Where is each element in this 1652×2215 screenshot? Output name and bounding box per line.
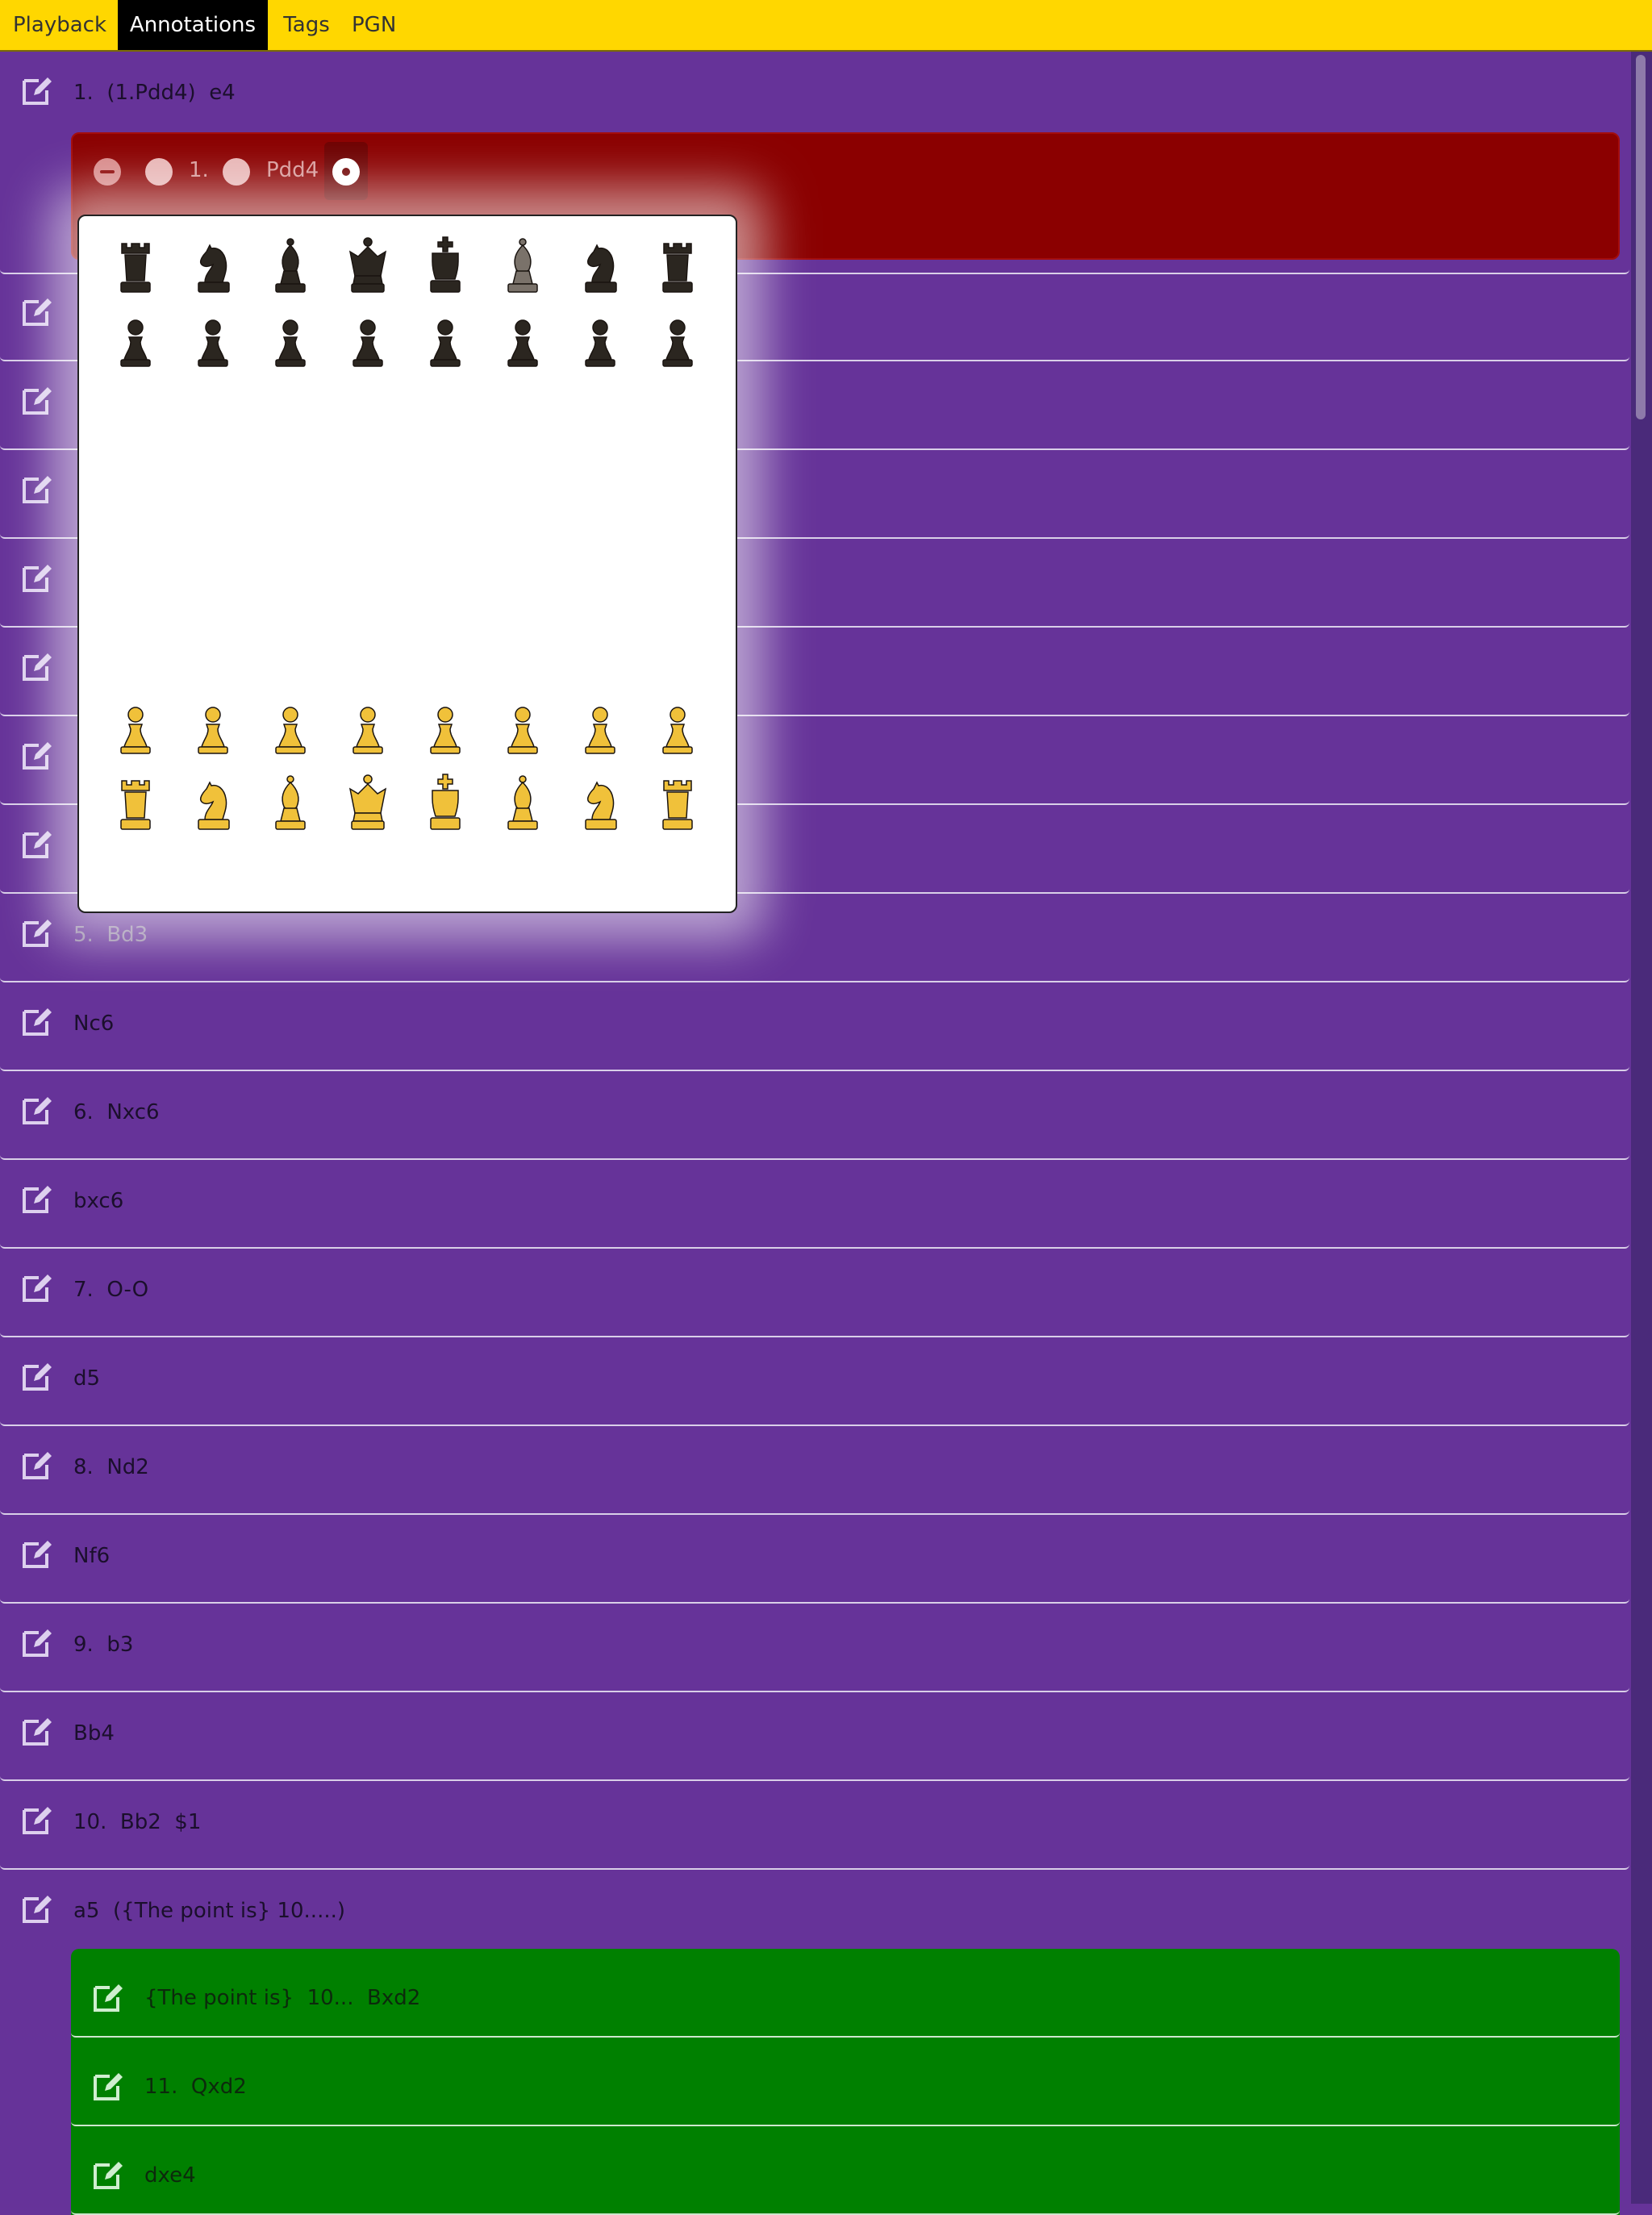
variation-panel-green: {The point is} 10... Bxd2 11. Qxd2 dxe4 [71,1949,1620,2215]
target-icon [332,158,360,186]
edit-icon[interactable] [21,1449,53,1481]
edit-icon[interactable] [21,1005,53,1037]
black-knight-icon [189,236,237,295]
variation-move-number: 1. [189,158,209,182]
black-rook-icon [653,236,702,295]
black-king-icon [421,236,469,295]
move-row: Bb4 [0,1692,1629,1781]
white-knight-icon [189,773,237,832]
black-bishop-icon [266,236,315,295]
edit-icon[interactable] [92,1981,124,2013]
edit-icon[interactable] [21,1626,53,1658]
edit-icon[interactable] [21,473,53,505]
black-pawn-icon [653,310,702,369]
move-text[interactable]: 10. Bb2 $1 [73,1810,201,1834]
white-pawn-icon [421,697,469,757]
move-row: bxc6 [0,1160,1629,1249]
white-pawn-icon [266,697,315,757]
edit-icon[interactable] [21,1804,53,1836]
variation-dot-icon[interactable] [223,158,250,186]
edit-icon[interactable] [21,561,53,594]
white-pawn-icon [576,697,624,757]
edit-icon[interactable] [21,74,53,106]
move-text[interactable]: Nc6 [73,1012,114,1036]
edit-icon[interactable] [92,2159,124,2191]
move-text[interactable]: 1. (1.Pdd4) e4 [73,81,236,105]
white-queen-icon [344,773,392,832]
move-row: Nc6 [0,982,1629,1071]
edit-icon[interactable] [21,295,53,327]
move-text[interactable]: 9. b3 [73,1633,133,1657]
white-knight-icon [576,773,624,832]
tab-playback[interactable]: Playback [0,0,118,50]
edit-icon[interactable] [21,1271,53,1304]
black-rook-icon [111,236,160,295]
move-text[interactable]: bxc6 [73,1189,123,1213]
tab-annotations[interactable]: Annotations [118,0,268,50]
move-text[interactable]: 6. Nxc6 [73,1100,160,1124]
move-row: 7. O-O [0,1249,1629,1337]
move-row: Nf6 [0,1515,1629,1604]
white-king-icon [421,773,469,832]
edit-icon[interactable] [21,1360,53,1392]
remove-variation-icon[interactable] [94,158,121,186]
edit-icon[interactable] [21,1094,53,1126]
move-text[interactable]: 5. Bd3 [73,923,148,947]
white-bishop-icon [499,773,547,832]
black-pawn-icon [111,310,160,369]
tab-tags[interactable]: Tags [268,0,345,50]
white-rook-icon [111,773,160,832]
black-knight-icon [576,236,624,295]
move-row: 8. Nd2 [0,1426,1629,1515]
board-preview-popup [77,215,737,913]
move-text[interactable]: Bb4 [73,1721,115,1746]
edit-icon[interactable] [21,739,53,771]
white-pawn-icon [111,697,160,757]
variation-move-text[interactable]: 11. Qxd2 [144,2075,247,2099]
white-rook-icon [653,773,702,832]
edit-icon[interactable] [21,1715,53,1747]
variation-move-row: 11. Qxd2 [71,2038,1620,2126]
edit-icon[interactable] [21,1537,53,1570]
move-row: 9. b3 [0,1604,1629,1692]
move-text[interactable]: 8. Nd2 [73,1455,149,1479]
move-text[interactable]: d5 [73,1366,100,1391]
edit-icon[interactable] [21,1892,53,1925]
black-pawn-icon [499,310,547,369]
edit-icon[interactable] [21,384,53,416]
edit-icon[interactable] [21,828,53,860]
move-row: d5 [0,1337,1629,1426]
move-text[interactable]: Nf6 [73,1544,110,1568]
select-variation-button[interactable] [324,142,368,200]
variation-dot-icon[interactable] [145,158,173,186]
black-pawn-icon [344,310,392,369]
variation-move-row: dxe4 [71,2126,1620,2215]
white-pawn-icon [499,697,547,757]
black-pawn-icon [189,310,237,369]
top-tab-bar: Playback Annotations Tags PGN [0,0,1652,52]
tab-pgn[interactable]: PGN [345,0,402,50]
black-bishop-icon [499,236,547,295]
move-row: 10. Bb2 $1 [0,1781,1629,1870]
variation-move-row: {The point is} 10... Bxd2 [71,1949,1620,2038]
move-text[interactable]: a5 ({The point is} 10.....) [73,1899,345,1923]
black-pawn-icon [421,310,469,369]
black-pawn-icon [576,310,624,369]
edit-icon[interactable] [21,650,53,682]
edit-icon[interactable] [92,2070,124,2102]
variation-move: Pdd4 [266,158,319,182]
white-pawn-icon [344,697,392,757]
black-queen-icon [344,236,392,295]
edit-icon[interactable] [21,1183,53,1215]
edit-icon[interactable] [21,916,53,949]
white-bishop-icon [266,773,315,832]
variation-move-text[interactable]: dxe4 [144,2163,196,2188]
white-pawn-icon [653,697,702,757]
variation-move-text[interactable]: {The point is} 10... Bxd2 [144,1986,420,2010]
move-text[interactable]: 7. O-O [73,1278,148,1302]
move-row: 6. Nxc6 [0,1071,1629,1160]
black-pawn-icon [266,310,315,369]
white-pawn-icon [189,697,237,757]
scrollbar-thumb[interactable] [1636,55,1646,419]
